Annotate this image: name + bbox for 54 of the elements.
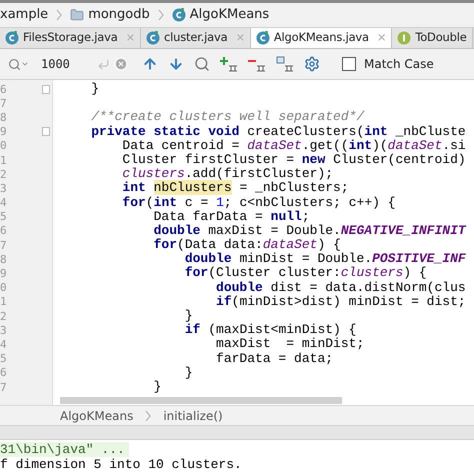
breadcrumb-item[interactable]: AlgoKMeans	[190, 5, 270, 25]
editor-tab[interactable]: AlgoKMeans.java ×	[250, 28, 392, 48]
code-line: farData = data;	[215, 350, 334, 366]
code-line: Data centroid = dataSet.get((int)(dataSet.si	[122, 138, 466, 153]
checkbox-label[interactable]: Match Case	[364, 55, 434, 73]
code-line: }	[152, 378, 162, 394]
code-line: Data farData = null;	[152, 208, 310, 224]
line-number: 8	[0, 254, 7, 265]
line-number: 5	[0, 353, 7, 364]
line-number: 4	[0, 197, 7, 208]
code-line: for(Data data:dataSet) {	[152, 237, 341, 252]
breadcrumb-item[interactable]: xample	[0, 5, 48, 25]
code-line: private static void createClusters(int _nbCluste	[90, 124, 466, 139]
line-number: 1	[0, 154, 7, 166]
line-number: 6	[0, 225, 7, 236]
code-line: clusters.add(firstCluster);	[121, 166, 334, 182]
editor-tab[interactable]: FilesStorage.java ×	[0, 28, 142, 48]
line-number: 3	[0, 324, 7, 336]
code-line: if (maxDist<minDist) {	[184, 322, 356, 338]
code-line: double maxDist = Double.NEGATIVE_INFINIT	[152, 222, 466, 238]
line-number: 9	[0, 126, 7, 138]
code-line: for(int c = 1; c<nbClusters; c++) {	[121, 194, 396, 210]
code-line: for(Cluster cluster:clusters) {	[184, 265, 427, 280]
line-number: 7	[0, 240, 7, 251]
line-number: 4	[0, 338, 7, 350]
line-number: 0	[0, 282, 7, 294]
line-number: 2	[0, 168, 7, 180]
editor-tab[interactable]: ToDouble	[392, 28, 473, 48]
line-number: 5	[0, 211, 7, 222]
line-number: 6	[0, 367, 7, 378]
code-line: if(minDist>dist) minDist = dist;	[215, 294, 466, 309]
breadcrumb-item[interactable]: AlgoKMeans	[60, 406, 134, 424]
line-number: 8	[0, 112, 7, 123]
line-number: 1	[0, 296, 7, 308]
code-line: maxDist = minDist;	[215, 336, 364, 352]
line-number: 0	[0, 140, 7, 152]
line-number: 6	[0, 84, 7, 95]
code-line: }	[184, 364, 193, 380]
code-line: }	[184, 308, 193, 323]
code-line: /**create clusters well separated*/	[90, 109, 364, 124]
line-number: 7	[0, 382, 7, 393]
line-number: 2	[0, 310, 7, 322]
breadcrumb-item[interactable]: mongodb	[88, 5, 150, 25]
line-number: 9	[0, 268, 7, 280]
line-number: 7	[0, 98, 7, 109]
editor-tab[interactable]: cluster.java ×	[141, 28, 251, 48]
line-number: 3	[0, 182, 7, 194]
console-line: f dimension 5 into 10 clusters.	[0, 457, 242, 472]
breadcrumb-item[interactable]: initialize()	[163, 406, 223, 424]
code-line: double dist = data.distNorm(clus	[215, 280, 466, 295]
code-line: double minDist = Double.POSITIVE_INF	[184, 251, 466, 266]
code-line: }	[90, 81, 100, 96]
code-line: Cluster firstCluster = new Cluster(centroid)	[121, 152, 466, 167]
code-line: int nbClusters = _nbClusters;	[121, 180, 349, 196]
